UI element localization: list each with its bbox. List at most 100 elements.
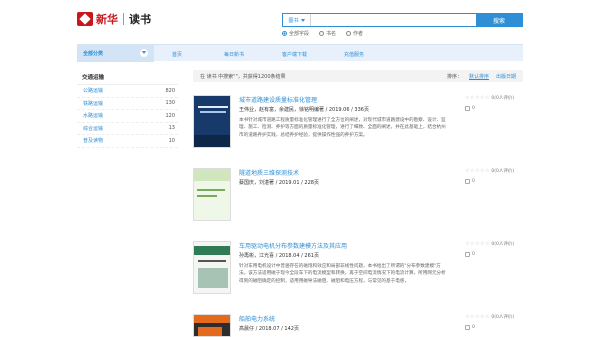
- sidebar-title: 交通运输: [77, 70, 178, 85]
- sidebar-item-label: 综合运输: [83, 125, 104, 132]
- star-icon: ☆: [465, 94, 470, 101]
- book-title[interactable]: 船舶电力系统: [239, 314, 275, 323]
- book-cover[interactable]: [193, 314, 231, 337]
- results-summary: 在 读书 中搜索""，共获得1200条结果: [200, 73, 286, 80]
- book-rating: ☆ ☆ ☆ ☆ ☆ 0(0人评价): [465, 314, 514, 320]
- star-icon: ☆: [479, 240, 485, 247]
- sidebar-item-count: 13: [168, 125, 175, 132]
- favorite-count: 0: [472, 252, 475, 257]
- book-meta: 孙再彬，江光喜 / 2018.04 / 261页: [239, 253, 319, 259]
- sidebar-item-label: 公路运输: [83, 88, 104, 95]
- search-scope-select[interactable]: 图书: [283, 14, 311, 26]
- radio-icon: [319, 31, 325, 36]
- star-icon: ☆: [474, 240, 480, 247]
- category-menu-button[interactable]: 全部分类: [77, 44, 154, 62]
- favorite-icon: [465, 106, 470, 111]
- book-title[interactable]: 隧道地质三维探测技术: [239, 168, 299, 177]
- sidebar-item-label: 普及读物: [83, 138, 104, 145]
- star-icon: ☆: [465, 167, 470, 174]
- chevron-down-icon: [140, 49, 148, 57]
- book-item: 隧道地质三维探测技术 蔡国庆，刘湛著 / 2019.01 / 228页 ☆ ☆ ☆ ☆…: [193, 168, 523, 226]
- logo-divider: [123, 13, 124, 25]
- sidebar-item-label: 铁路运输: [83, 100, 104, 107]
- book-cover[interactable]: [193, 241, 231, 294]
- book-description: 本书针对城市道路工程质量标准化管理进行了全方位的阐述，对现代城市道路建设中的勘察…: [239, 118, 446, 138]
- app-name: 读书: [129, 13, 151, 26]
- star-icon: ☆: [474, 94, 480, 101]
- sidebar-item[interactable]: 综合运输 13: [77, 123, 178, 135]
- sort-default[interactable]: 默认排序: [469, 73, 489, 80]
- book-meta: 高晨仔 / 2018.07 / 142页: [239, 326, 299, 332]
- category-menu-label: 全部分类: [83, 50, 104, 57]
- book-item: 城市道路建设质量标准化管理 王伟业，赵有富，余建民，徐铭明编著 / 2019.0…: [193, 95, 523, 153]
- search-input[interactable]: [311, 14, 476, 26]
- header: 新华 读书 图书 搜索 全部字段 书名 作者: [0, 0, 600, 42]
- nav-client-download[interactable]: 客户端下载: [282, 51, 307, 58]
- rating-text: 0(0人评价): [491, 169, 515, 174]
- search-bar: 图书 搜索: [282, 13, 523, 27]
- rating-stars: ☆ ☆ ☆ ☆ ☆: [465, 94, 490, 101]
- sidebar-item[interactable]: 水路运输 120: [77, 110, 178, 123]
- book-cover[interactable]: [193, 95, 231, 148]
- search-option-author[interactable]: 作者: [346, 30, 363, 37]
- search-option-title[interactable]: 书名: [319, 30, 336, 37]
- star-icon: ☆: [474, 313, 480, 320]
- star-icon: ☆: [465, 313, 470, 320]
- nav-home[interactable]: 首页: [172, 51, 182, 58]
- star-icon: ☆: [469, 313, 475, 320]
- search-button[interactable]: 搜索: [476, 14, 522, 26]
- brand-name: 新华: [96, 13, 118, 26]
- favorite-button[interactable]: 0: [465, 106, 475, 111]
- radio-icon: [346, 31, 352, 36]
- sidebar-item-count: 10: [168, 137, 175, 144]
- favorite-button[interactable]: 0: [465, 252, 475, 257]
- category-sidebar: 交通运输 公路运输 820 铁路运输 130 水路运输 120 综合运输 13 …: [77, 70, 178, 148]
- sidebar-item[interactable]: 普及读物 10: [77, 135, 178, 148]
- book-description: 针对车用电机设计中普遍存在的磁饱和效应和局部非线性问题，本书给出了所谓的"分布参…: [239, 264, 446, 284]
- chevron-down-icon: [300, 18, 305, 22]
- nav-daily-new[interactable]: 每日新书: [224, 51, 244, 58]
- book-item: 船舶电力系统 高晨仔 / 2018.07 / 142页 ☆ ☆ ☆ ☆ ☆ 0(0人评价…: [193, 314, 523, 337]
- star-icon: ☆: [465, 240, 470, 247]
- book-cover[interactable]: [193, 168, 231, 221]
- star-icon: ☆: [484, 240, 490, 247]
- favorite-count: 0: [472, 106, 475, 111]
- logo[interactable]: 新华 读书: [77, 9, 161, 29]
- favorite-button[interactable]: 0: [465, 325, 475, 330]
- rating-stars: ☆ ☆ ☆ ☆ ☆: [465, 313, 489, 320]
- favorite-count: 0: [472, 325, 475, 330]
- sidebar-item-count: 120: [165, 112, 175, 119]
- book-rating: ☆ ☆ ☆ ☆ ☆ 0(0人评价): [465, 95, 514, 101]
- results-summary-bar: 在 读书 中搜索""，共获得1200条结果 排序： 默认排序 出版日期: [193, 70, 523, 82]
- favorite-icon: [465, 325, 470, 330]
- book-item: 车用驱动电机分布参数建模方法及其应用 孙再彬，江光喜 / 2018.04 / 2…: [193, 241, 523, 299]
- star-icon: ☆: [479, 94, 485, 101]
- favorite-icon: [465, 252, 470, 257]
- sidebar-item-label: 水路运输: [83, 113, 104, 120]
- star-icon: ☆: [484, 94, 490, 101]
- search-option-label: 作者: [353, 31, 364, 37]
- favorite-icon: [465, 179, 470, 184]
- favorite-count: 0: [472, 179, 475, 184]
- book-title[interactable]: 城市道路建设质量标准化管理: [239, 95, 317, 104]
- search-option-all[interactable]: 全部字段: [282, 30, 309, 37]
- star-icon: ☆: [469, 94, 475, 101]
- sidebar-item-count: 820: [165, 87, 175, 94]
- search-option-label: 全部字段: [289, 31, 310, 37]
- sort-label: 排序：: [446, 73, 462, 80]
- book-meta: 王伟业，赵有富，余建民，徐铭明编著 / 2019.06 / 336页: [239, 107, 369, 113]
- favorite-button[interactable]: 0: [465, 179, 475, 184]
- nav-recharge[interactable]: 充值服务: [344, 51, 364, 58]
- star-icon: ☆: [469, 167, 475, 174]
- sort-by-date[interactable]: 出版日期: [496, 73, 516, 80]
- rating-text: 0(0人评价): [491, 242, 515, 247]
- sidebar-item[interactable]: 铁路运输 130: [77, 98, 178, 110]
- book-title[interactable]: 车用驱动电机分布参数建模方法及其应用: [239, 241, 347, 250]
- radio-icon: [282, 31, 287, 36]
- book-rating: ☆ ☆ ☆ ☆ ☆ 0(0人评价): [465, 168, 514, 174]
- brand-mark-icon: [77, 12, 93, 26]
- star-icon: ☆: [469, 240, 475, 247]
- star-icon: ☆: [479, 167, 485, 174]
- sidebar-item[interactable]: 公路运输 820: [77, 85, 178, 98]
- search-scope-label: 图书: [288, 17, 299, 24]
